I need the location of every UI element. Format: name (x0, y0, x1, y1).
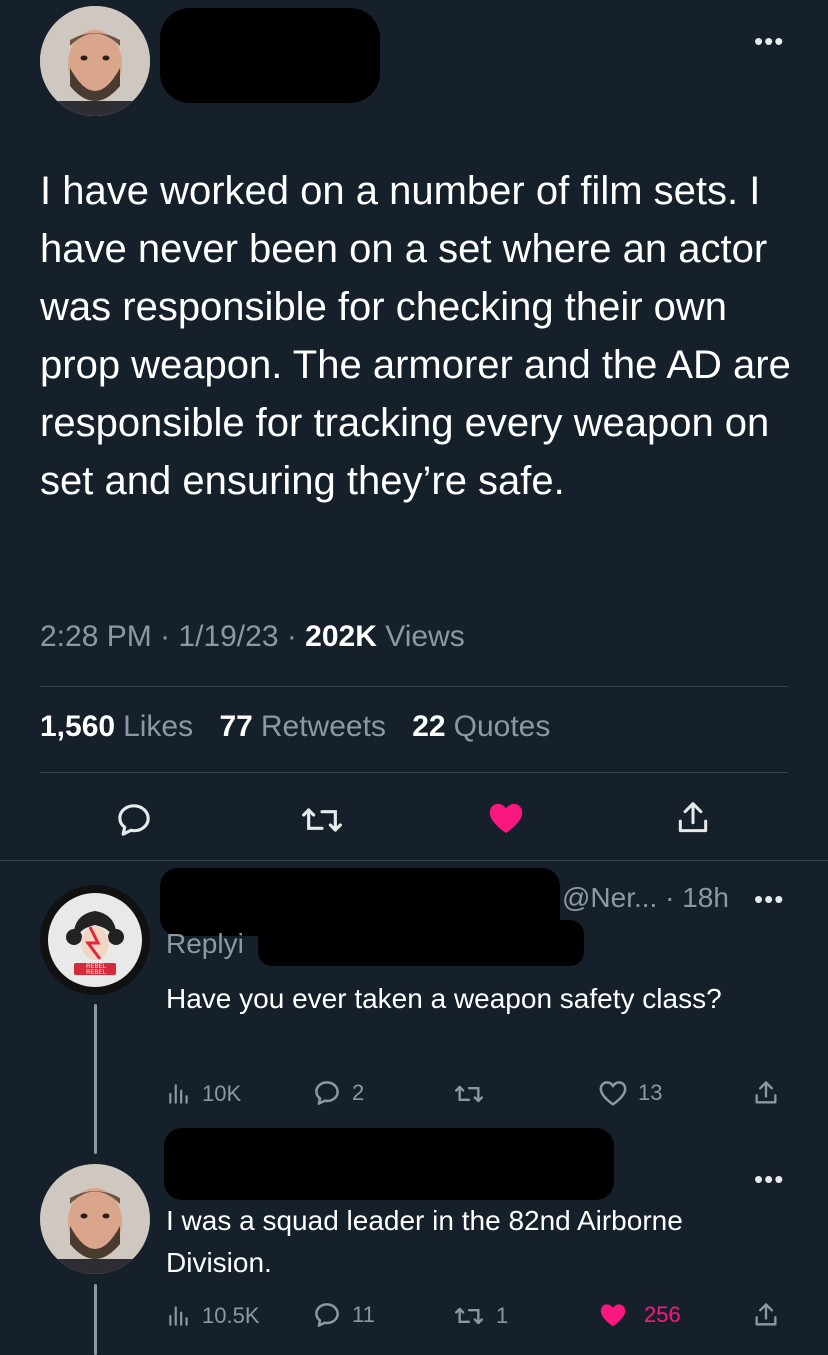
reply1-text: Have you ever taken a weapon safety clas… (166, 983, 722, 1014)
likes-count: 1,560 (40, 710, 116, 743)
share-icon (755, 1081, 777, 1104)
share-button[interactable] (674, 798, 712, 838)
retweet-icon (454, 1085, 483, 1103)
retweet-icon (454, 1307, 483, 1325)
reply1-handle[interactable]: @Ner... (562, 882, 657, 913)
reply2-text: I was a squad leader in the 82nd Airborn… (166, 1205, 683, 1278)
tweet-date[interactable]: 1/19/23 (178, 620, 278, 653)
reply1-retweet-button[interactable] (452, 1080, 486, 1108)
redacted-reply2-name (164, 1128, 614, 1200)
tweet-meta: 2:28 PM · 1/19/23 · 202K Views (40, 620, 465, 654)
avatar-image (40, 6, 150, 116)
divider (0, 860, 828, 861)
reply1-replying-to: Replyi (166, 928, 244, 960)
reply2-views-count: 10.5K (202, 1303, 260, 1328)
reply2-share-button[interactable] (752, 1300, 780, 1330)
reply1-reply-button[interactable]: 2 (312, 1078, 364, 1108)
reply1-reply-count: 2 (352, 1080, 365, 1105)
reply1-time[interactable]: 18h (682, 882, 729, 913)
views-icon (169, 1084, 188, 1104)
heart-filled-icon (600, 1304, 626, 1327)
views-label: Views (385, 620, 465, 653)
likes-stat[interactable]: 1,560 Likes (40, 710, 193, 743)
avatar-image (40, 1164, 150, 1274)
divider (40, 686, 788, 687)
reply1-avatar[interactable]: REBEL REBEL (40, 885, 150, 995)
share-icon (678, 802, 708, 833)
replying-to-label: Replyi (166, 928, 244, 959)
thread-line (94, 1284, 97, 1355)
redacted-replying-to (258, 920, 584, 966)
heart-filled-icon (489, 803, 523, 833)
reply-icon (118, 804, 150, 836)
likes-label: Likes (123, 710, 194, 743)
author-avatar[interactable] (40, 6, 150, 116)
reply1-like-button[interactable]: 13 (598, 1078, 662, 1108)
redacted-author-name (160, 8, 380, 103)
heart-icon (599, 1081, 627, 1106)
reply1-views-count: 10K (202, 1081, 242, 1106)
reply1-like-count: 13 (638, 1080, 663, 1105)
reply1-share-button[interactable] (752, 1078, 780, 1108)
retweet-button[interactable] (300, 800, 344, 840)
reply2-reply-count: 11 (352, 1302, 375, 1327)
more-options-icon[interactable]: ••• (754, 28, 784, 54)
engagement-stats: 1,560 Likes 77 Retweets 22 Quotes (40, 710, 568, 744)
reply2-reply-button[interactable]: 11 (312, 1300, 375, 1330)
reply2-more-options-icon[interactable]: ••• (754, 1166, 784, 1192)
reply-icon (315, 1303, 339, 1327)
tweet-text: I have worked on a number of film sets. … (40, 169, 791, 503)
avatar-image (40, 885, 150, 995)
reply2-views[interactable]: 10.5K (166, 1302, 260, 1330)
reply2-like-count: 256 (644, 1302, 681, 1327)
divider (40, 772, 788, 773)
reply2-retweet-button[interactable]: 1 (452, 1302, 508, 1330)
reply-button[interactable] (114, 800, 154, 840)
views-icon (169, 1306, 188, 1326)
reply1-more-options-icon[interactable]: ••• (754, 886, 784, 912)
quotes-count: 22 (412, 710, 446, 743)
retweets-count: 77 (219, 710, 253, 743)
separator: · (665, 882, 683, 913)
thread-line (94, 1004, 97, 1154)
quotes-stat[interactable]: 22 Quotes (412, 710, 550, 743)
reply2-retweet-count: 1 (496, 1303, 509, 1328)
reply2-avatar[interactable] (40, 1164, 150, 1274)
reply-icon (315, 1081, 339, 1105)
avatar-badge-text: REBEL REBEL (86, 964, 106, 976)
retweets-label: Retweets (260, 710, 386, 743)
views-count: 202K (305, 620, 377, 653)
quotes-label: Quotes (453, 710, 551, 743)
separator: · (160, 620, 179, 653)
like-button[interactable] (486, 798, 526, 838)
reply1-views[interactable]: 10K (166, 1080, 241, 1108)
tweet-time[interactable]: 2:28 PM (40, 620, 152, 653)
retweets-stat[interactable]: 77 Retweets (219, 710, 385, 743)
share-icon (755, 1303, 777, 1326)
retweet-icon (302, 808, 342, 832)
reply2-like-button[interactable]: 256 (598, 1300, 681, 1330)
separator: · (286, 620, 306, 653)
reply1-handle-time: @Ner... · 18h (562, 882, 729, 914)
